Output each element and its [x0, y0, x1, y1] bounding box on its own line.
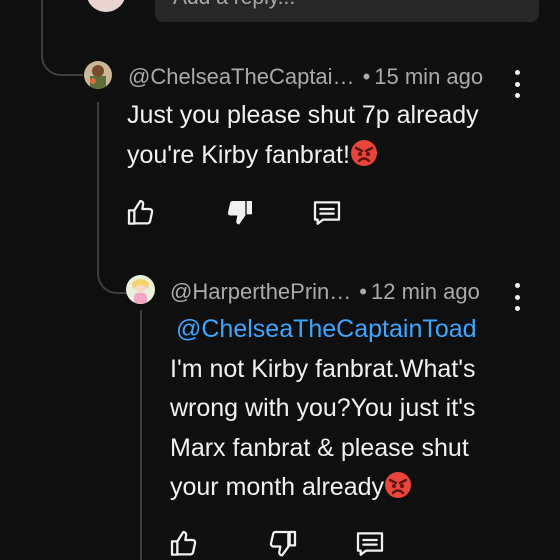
- like-button[interactable]: [168, 528, 200, 560]
- reply-button[interactable]: [354, 528, 386, 560]
- comment-timestamp: 15 min ago: [374, 64, 484, 89]
- thread-line-reply-curve: [97, 236, 127, 294]
- current-user-avatar: [86, 0, 126, 12]
- comment-text: @ChelseaTheCaptainToad I'm not Kirby fan…: [170, 310, 510, 512]
- thread-line-reply: [97, 102, 99, 248]
- thumbs-down-icon: [269, 530, 297, 557]
- meta-separator: •: [362, 64, 371, 89]
- commenter-avatar[interactable]: [126, 275, 155, 304]
- thread-line-main-curve: [41, 40, 83, 76]
- reply-button[interactable]: [311, 197, 343, 229]
- commenter-avatar[interactable]: [84, 61, 112, 89]
- comment-text-content: Just you please shut 7p already you're K…: [127, 101, 479, 169]
- comment-timestamp: 12 min ago: [371, 279, 480, 304]
- comment-text: Just you please shut 7p already you're K…: [127, 96, 527, 179]
- dislike-button[interactable]: [224, 197, 256, 229]
- comment-meta: @HarperthePrin… • 12 min ago: [170, 279, 480, 305]
- angry-face-emoji: [384, 471, 412, 512]
- dislike-button[interactable]: [267, 528, 299, 560]
- more-vertical-icon[interactable]: [507, 283, 527, 311]
- comment-icon: [313, 201, 341, 225]
- comment-author-handle[interactable]: @ChelseaTheCaptai…: [128, 64, 355, 90]
- like-button[interactable]: [125, 197, 157, 229]
- reply-input[interactable]: Add a reply...: [155, 0, 539, 22]
- mention-link[interactable]: @ChelseaTheCaptainToad: [170, 310, 510, 350]
- thumbs-up-icon: [127, 199, 154, 225]
- thumbs-down-icon: [227, 201, 252, 225]
- thumbs-up-icon: [170, 530, 197, 556]
- comment-author-handle[interactable]: @HarperthePrin…: [170, 279, 351, 305]
- comment-icon: [356, 532, 384, 556]
- meta-separator: •: [359, 279, 367, 304]
- comment-text-content: I'm not Kirby fanbrat.What's wrong with …: [170, 354, 476, 502]
- angry-face-emoji: [350, 139, 378, 180]
- comment-meta: @ChelseaTheCaptai… • 15 min ago: [128, 64, 483, 90]
- more-vertical-icon[interactable]: [507, 70, 527, 98]
- thread-line-nested: [140, 310, 142, 560]
